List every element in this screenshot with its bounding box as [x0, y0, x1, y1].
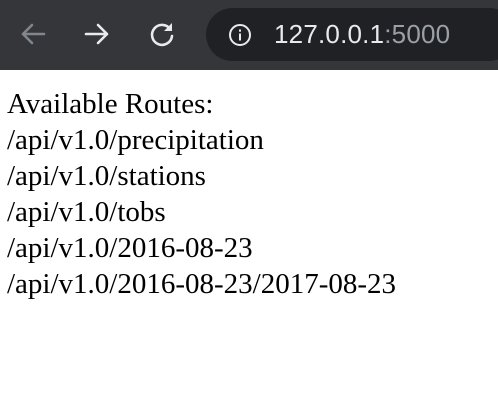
address-bar[interactable]: 127.0.0.1:5000: [206, 8, 498, 61]
url-port: :5000: [384, 19, 451, 49]
back-button[interactable]: [14, 15, 52, 53]
reload-icon: [150, 23, 174, 47]
info-icon[interactable]: [228, 23, 252, 47]
forward-button[interactable]: [78, 15, 116, 53]
reload-button[interactable]: [143, 15, 181, 53]
route-item: /api/v1.0/precipitation: [7, 124, 264, 156]
page-heading: Available Routes:: [7, 88, 214, 120]
url-host: 127.0.0.1: [274, 19, 385, 49]
route-item: /api/v1.0/tobs: [7, 196, 166, 228]
browser-toolbar: 127.0.0.1:5000: [0, 0, 498, 70]
url-text[interactable]: 127.0.0.1:5000: [274, 8, 450, 61]
page-content: Available Routes: /api/v1.0/precipitatio…: [7, 86, 396, 302]
arrow-right-icon: [84, 23, 109, 45]
route-item: /api/v1.0/stations: [7, 160, 206, 192]
route-item: /api/v1.0/2016-08-23/2017-08-23: [7, 268, 397, 300]
arrow-left-icon: [21, 23, 46, 45]
route-item: /api/v1.0/2016-08-23: [7, 232, 253, 264]
